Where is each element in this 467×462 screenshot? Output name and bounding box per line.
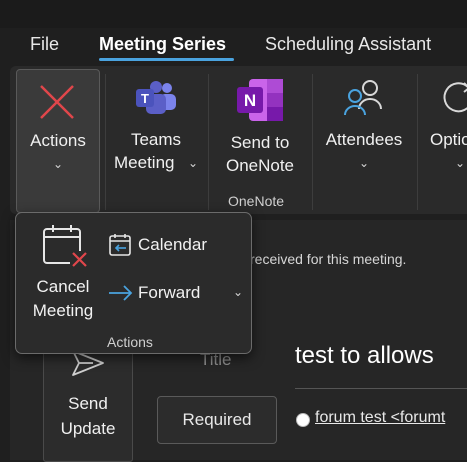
cancel-x-icon [40, 85, 74, 119]
send-to-onenote-button[interactable]: N Send to OneNote [215, 69, 305, 189]
chevron-down-icon: ⌄ [188, 156, 199, 170]
active-tab-indicator [99, 58, 234, 61]
chevron-down-icon: ⌄ [455, 156, 466, 170]
teams-meeting-button[interactable]: T Teams Meeting ⌄ [108, 69, 204, 211]
title-input[interactable]: test to allows [295, 342, 434, 370]
ribbon-separator [105, 74, 106, 210]
actions-label: Actions [30, 131, 86, 150]
teams-icon: T [136, 81, 176, 114]
actions-group-label: Actions [107, 334, 153, 350]
onenote-label-line2: OneNote [225, 156, 295, 175]
cancel-label-line2: Meeting [32, 301, 94, 320]
attendee-link[interactable]: forum test <forumt [315, 409, 445, 427]
options-icon [443, 82, 467, 113]
tab-meeting-series[interactable]: Meeting Series [99, 34, 226, 55]
chevron-down-icon: ⌄ [52, 157, 64, 171]
ribbon: Actions ⌄ T Teams Meeting ⌄ N Send to On… [10, 66, 467, 214]
send-label-line2: Update [60, 419, 116, 438]
attendee-status-icon [296, 413, 310, 427]
cancel-meeting-item[interactable]: Cancel Meeting [20, 219, 106, 323]
onenote-group-label: OneNote [228, 193, 285, 209]
calendar-arrow-icon [109, 234, 131, 256]
onenote-label-line1: Send to [230, 133, 290, 152]
cancel-calendar-icon [43, 225, 88, 269]
svg-text:T: T [141, 91, 149, 106]
ribbon-tabs: File Meeting Series Scheduling Assistant [0, 28, 467, 64]
tab-scheduling-assistant[interactable]: Scheduling Assistant [265, 34, 431, 55]
ribbon-separator [312, 74, 313, 210]
calendar-label: Calendar [138, 235, 207, 254]
actions-button[interactable]: Actions ⌄ [16, 69, 100, 213]
info-bar-text: received for this meeting. [250, 251, 407, 267]
options-button[interactable]: Optio ⌄ [422, 69, 467, 211]
forward-label: Forward [138, 283, 201, 302]
cancel-label-line1: Cancel [36, 277, 90, 296]
forward-arrow-icon [109, 285, 133, 301]
title-bar [0, 0, 467, 28]
ribbon-separator [208, 74, 209, 210]
chevron-down-icon: ⌄ [358, 156, 370, 170]
actions-dropdown-menu: Cancel Meeting Calendar Forward ⌄ Action… [15, 212, 252, 354]
teams-label-line1: Teams [130, 130, 182, 149]
required-attendees-button[interactable]: Required [157, 396, 277, 444]
options-label: Optio [430, 130, 467, 149]
ribbon-separator [417, 74, 418, 210]
attendees-label: Attendees [325, 130, 403, 149]
svg-text:N: N [244, 91, 256, 110]
attendees-icon [344, 80, 382, 116]
attendees-button[interactable]: Attendees ⌄ [316, 69, 412, 211]
tab-file[interactable]: File [30, 34, 59, 55]
onenote-icon: N [237, 79, 283, 121]
forward-item[interactable]: Forward ⌄ [108, 279, 243, 307]
teams-label-line2: Meeting [114, 153, 175, 172]
chevron-down-icon[interactable]: ⌄ [233, 285, 243, 299]
title-underline [295, 388, 467, 389]
calendar-item[interactable]: Calendar [108, 231, 243, 259]
send-label-line1: Send [68, 394, 108, 413]
